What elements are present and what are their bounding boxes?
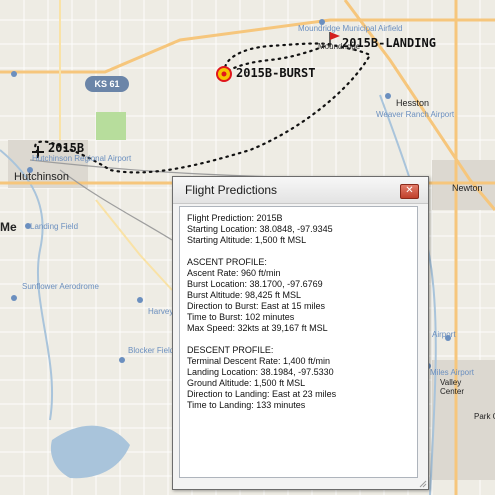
text-line: Burst Location: 38.1700, -97.6769 (187, 279, 323, 289)
text-line: Ground Altitude: 1,500 ft MSL (187, 378, 306, 388)
valley-center-label: Valley Center (440, 378, 465, 396)
hesston-label: Hesston (396, 98, 430, 108)
burst-marker-icon[interactable] (216, 66, 232, 82)
text-line: Direction to Burst: East at 15 miles (187, 301, 326, 311)
text-line: Direction to Landing: East at 23 miles (187, 389, 337, 399)
predictions-text-area[interactable]: Flight Prediction: 2015B Starting Locati… (179, 206, 418, 478)
text-line: Max Speed: 32kts at 39,167 ft MSL (187, 323, 328, 333)
park-city-label: Park Cit (474, 412, 495, 421)
section-heading: DESCENT PROFILE: (187, 345, 274, 355)
section-heading: ASCENT PROFILE: (187, 257, 267, 267)
close-icon: ✕ (405, 185, 414, 196)
park-area (96, 112, 126, 140)
miles-airport-label: Miles Airport (430, 368, 475, 377)
text-line: Time to Burst: 102 minutes (187, 312, 295, 322)
dialog-title: Flight Predictions (185, 183, 278, 197)
launch-marker-label: 2015B (48, 141, 85, 155)
hutchinson-label: Hutchinson (14, 171, 70, 183)
airport-right-label: Airport (432, 330, 456, 339)
hutchinson-airport-label: Hutchinson Regional Airport (32, 154, 132, 163)
text-line: Landing Location: 38.1984, -97.5330 (187, 367, 334, 377)
text-line: Starting Altitude: 1,500 ft MSL (187, 235, 307, 245)
resize-grip-icon[interactable] (417, 478, 427, 488)
close-button[interactable]: ✕ (400, 184, 419, 199)
me-label: Me (0, 220, 17, 234)
flight-predictions-dialog[interactable]: Flight Predictions ✕ Flight Prediction: … (172, 176, 429, 490)
text-line: Burst Altitude: 98,425 ft MSL (187, 290, 302, 300)
text-line: Flight Prediction: 2015B (187, 213, 283, 223)
text-line: Terminal Descent Rate: 1,400 ft/min (187, 356, 331, 366)
landing-field-label: Landing Field (30, 222, 79, 231)
weaver-ranch-label: Weaver Ranch Airport (376, 110, 455, 119)
blocker-field-label: Blocker Field (128, 346, 175, 355)
moundridge-airfield-label: Moundridge Municipal Airfield (298, 24, 403, 33)
text-line: Time to Landing: 133 minutes (187, 400, 306, 410)
newton-label: Newton (452, 183, 483, 193)
text-line: Starting Location: 38.0848, -97.9345 (187, 224, 333, 234)
burst-marker-label: 2015B-BURST (236, 66, 316, 80)
dialog-titlebar[interactable]: Flight Predictions ✕ (173, 177, 428, 204)
text-line: Ascent Rate: 960 ft/min (187, 268, 281, 278)
ks-61-road-shield: KS 61 (85, 76, 129, 92)
sunflower-aerodrome-label: Sunflower Aerodrome (22, 282, 99, 291)
landing-marker-label: 2015B-LANDING (342, 36, 436, 50)
